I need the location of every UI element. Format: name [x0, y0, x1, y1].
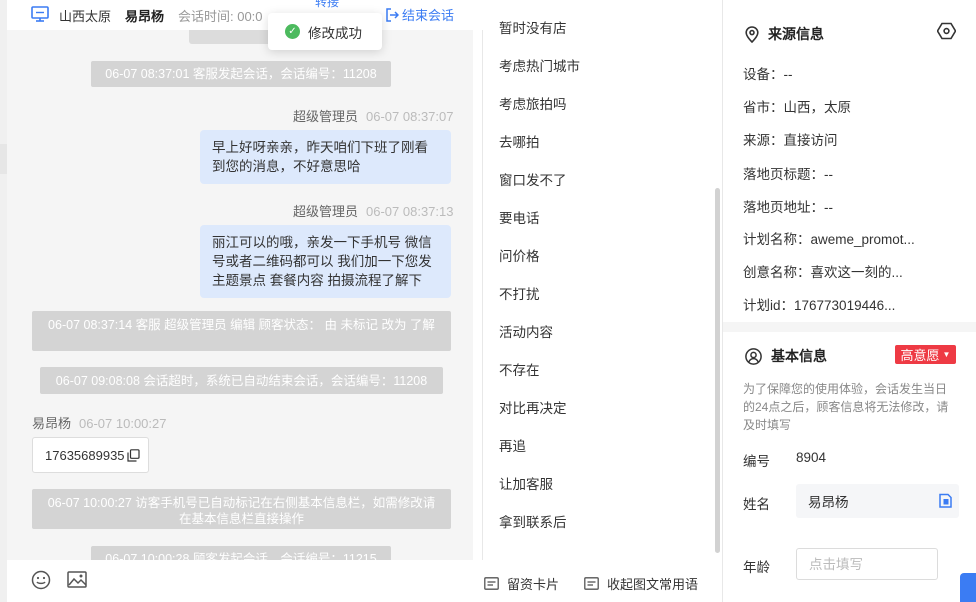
phrase-item[interactable]: 窗口发不了	[499, 169, 567, 189]
collapse-handle[interactable]	[0, 144, 7, 174]
landing-url-row: 落地页地址：--	[743, 200, 833, 215]
toast-text: 修改成功	[308, 25, 362, 41]
phrase-item[interactable]: 考虑旅拍吗	[499, 93, 567, 113]
basic-info-title: 基本信息	[745, 346, 827, 366]
age-input[interactable]	[796, 548, 938, 580]
phrase-item[interactable]: 去哪拍	[499, 131, 540, 151]
common-text-label: 收起图文常用语	[607, 577, 699, 592]
smile-icon[interactable]	[31, 570, 51, 590]
exit-icon	[386, 7, 399, 22]
creative-name-row: 创意名称：喜欢这一刻的...	[743, 265, 903, 280]
phrase-item[interactable]: 再追	[499, 435, 526, 455]
leave-card-label: 留资卡片	[507, 577, 560, 592]
phrase-item[interactable]: 问价格	[499, 245, 540, 265]
floating-chat-button[interactable]	[960, 573, 976, 602]
left-strip	[0, 0, 7, 602]
collapse-common-text-button[interactable]: 收起图文常用语	[584, 574, 698, 593]
phrase-item[interactable]: 不存在	[499, 359, 540, 379]
quick-phrases-panel: 暂时没有店考虑热门城市 考虑旅拍吗去哪拍窗口发不了要电话问价格不打扰活动内容不存在…	[483, 0, 723, 602]
location-pin-icon	[745, 25, 759, 43]
phrase-item[interactable]: 不打扰	[499, 283, 540, 303]
copy-icon[interactable]	[126, 448, 140, 462]
name-field[interactable]: 易昂杨	[796, 484, 959, 518]
message-list[interactable]: 06-07 08:37:01 客服发起会话，会话编号：11208 超级管理员 06…	[7, 30, 473, 560]
message-time: 06-07 10:00:27	[79, 416, 167, 431]
settings-icon[interactable]	[937, 22, 956, 40]
chat-panel: 山西太原 易昂杨 会话时间: 00:0 转接 结束会话 06-07 08:37:…	[0, 0, 483, 602]
leave-card-button[interactable]: 留资卡片	[484, 574, 559, 593]
intent-level-select[interactable]: 高意愿 ▼	[895, 345, 956, 364]
section-divider	[723, 322, 976, 332]
session-time: 会话时间: 00:0	[178, 9, 263, 24]
visitor-name: 易昂杨	[125, 9, 165, 24]
check-circle-icon: ✓	[285, 24, 300, 39]
phrase-item[interactable]: 考虑热门城市	[499, 55, 580, 75]
phrase-item[interactable]: 暂时没有店	[499, 17, 567, 37]
phone-number: 17635689935	[45, 447, 125, 463]
phrase-toolbar: 留资卡片 收起图文常用语	[483, 560, 723, 602]
plan-name-row: 计划名称：aweme_promot...	[743, 232, 915, 247]
chat-input-toolbar	[7, 560, 483, 602]
transfer-link[interactable]: 转接	[315, 0, 339, 8]
message-time: 06-07 08:37:13	[366, 204, 454, 219]
success-toast: ✓ 修改成功	[268, 13, 382, 50]
visitor-info-panel: 来源信息 设备：-- 省市：山西，太原 来源：直接访问 落地页标题：-- 落地页…	[723, 0, 976, 602]
agent-message-bubble[interactable]: 早上好呀亲亲，昨天咱们下班了刚看到您的消息，不好意思哈	[200, 130, 451, 184]
phrase-item[interactable]: 对比再决定	[499, 397, 567, 417]
system-message: 06-07 09:08:08 会话超时，系统已自动结束会话，会话编号：11208	[40, 367, 443, 394]
phrase-item[interactable]: 让加客服	[499, 473, 553, 493]
device-row: 设备：--	[743, 67, 793, 82]
system-message: 06-07 10:00:27 访客手机号已自动标记在右侧基本信息栏，如需修改请在…	[32, 489, 451, 529]
phrase-item[interactable]: 要电话	[499, 207, 540, 227]
intent-badge-label: 高意愿	[900, 348, 940, 363]
age-label: 年龄	[743, 560, 770, 575]
card-icon	[484, 577, 499, 590]
sender-name: 超级管理员	[293, 204, 359, 219]
phrase-item[interactable]: 活动内容	[499, 321, 553, 341]
origin-row: 来源：直接访问	[743, 133, 838, 148]
phrase-scrollbar[interactable]	[715, 188, 720, 553]
source-info-title: 来源信息	[745, 24, 824, 44]
message-icon	[584, 577, 599, 590]
landing-title-row: 落地页标题：--	[743, 167, 833, 182]
sender-name: 超级管理员	[293, 109, 359, 124]
end-session-label: 结束会话	[402, 8, 455, 23]
visitor-phone-message[interactable]: 17635689935	[32, 437, 149, 473]
id-value: 8904	[796, 450, 827, 465]
end-session-button[interactable]: 结束会话	[385, 5, 454, 24]
sender-name: 易昂杨	[32, 416, 72, 431]
basic-info-label: 基本信息	[771, 348, 827, 364]
phrase-item[interactable]: 拿到联系后	[499, 511, 567, 531]
visitor-region: 山西太原	[59, 9, 112, 24]
image-icon[interactable]	[67, 571, 87, 588]
system-message: 06-07 10:00:28 顾客发起会话，会话编号：11215	[91, 546, 391, 560]
source-info-label: 来源信息	[768, 26, 824, 42]
chat-header: 山西太原 易昂杨 会话时间: 00:0 转接 结束会话	[7, 0, 483, 30]
agent-message-bubble[interactable]: 丽江可以的哦，亲发一下手机号 微信号或者二维码都可以 我们加一下您发主题景点 套…	[200, 225, 451, 298]
caret-down-icon: ▼	[942, 350, 951, 359]
message-sender: 易昂杨 06-07 10:00:27	[32, 413, 166, 432]
message-sender: 超级管理员 06-07 08:37:13	[293, 201, 453, 220]
name-label: 姓名	[743, 497, 770, 512]
province-row: 省市：山西，太原	[743, 100, 851, 115]
copy-icon[interactable]	[939, 493, 953, 508]
system-message: 06-07 08:37:14 客服 超级管理员 编辑 顾客状态： 由 未标记 改…	[32, 311, 451, 351]
name-value: 易昂杨	[808, 495, 849, 510]
edit-notice: 为了保障您的使用体验，会话发生当日的24点之后，顾客信息将无法修改，请及时填写	[743, 382, 949, 432]
user-circle-icon	[745, 347, 762, 365]
computer-icon	[31, 6, 49, 22]
plan-id-row: 计划id：176773019446...	[743, 298, 896, 313]
message-time: 06-07 08:37:07	[366, 109, 454, 124]
id-label: 编号	[743, 454, 770, 469]
message-sender: 超级管理员 06-07 08:37:07	[293, 106, 453, 125]
system-message: 06-07 08:37:01 客服发起会话，会话编号：11208	[91, 61, 391, 87]
